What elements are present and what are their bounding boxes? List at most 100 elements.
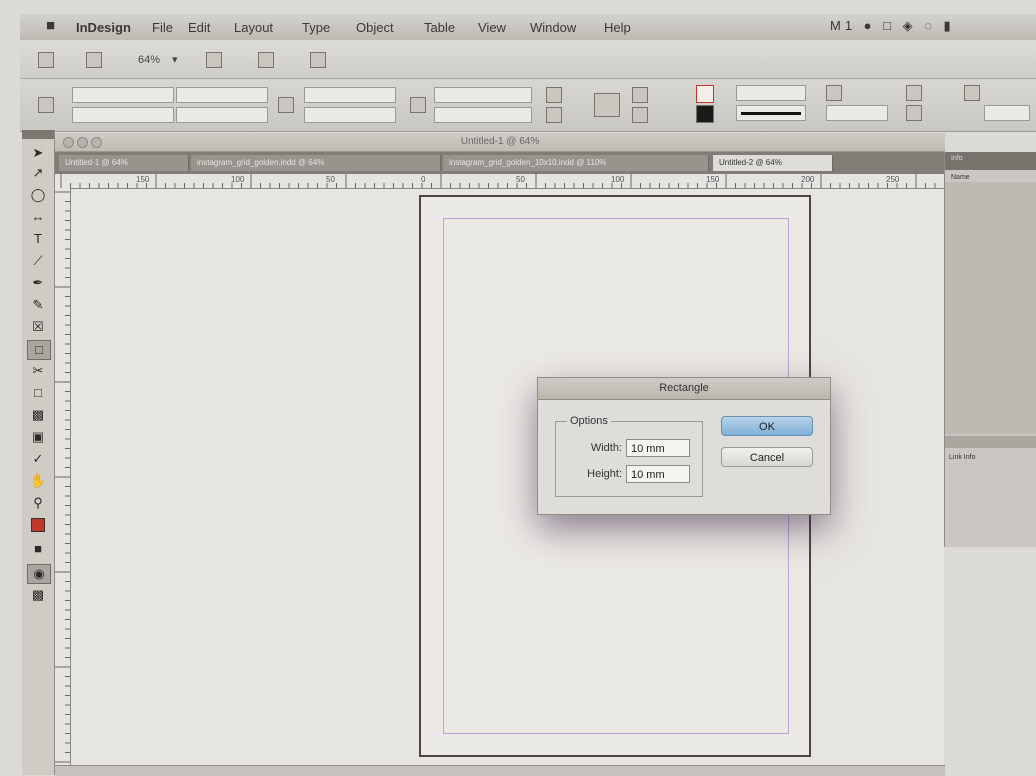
zoom-level[interactable]: 64% [138,54,160,66]
opacity-field[interactable] [826,105,888,121]
selection-tool-icon[interactable]: ➤ [27,144,49,162]
tab-untitled-1[interactable]: Untitled-1 @ 64% [59,155,189,171]
status-menus: M1 ● □ ◈ ◌ ▮ [830,18,955,33]
wrap-icon[interactable] [906,85,922,101]
panel-list-area[interactable] [945,182,1036,434]
height-field[interactable]: 10 mm [626,465,690,483]
options-label: Options [567,415,611,427]
rotate-90-icon[interactable] [546,87,562,103]
type-tool-icon[interactable]: T [27,230,49,248]
menu-view[interactable]: View [478,20,506,35]
panel-header[interactable]: Info [945,152,1036,170]
tab-instagram-grid-golden-10x10[interactable]: instagram_grid_golden_10x10.indd @ 110% [443,155,709,171]
ok-button[interactable]: OK [721,416,813,436]
rotate-icon[interactable] [410,97,426,113]
panel-tab[interactable]: Info [951,155,963,162]
tools-panel: ➤ ↗ ◯ ↔ T ⟋ ✒ ✎ ☒ □ ✂ □ ▩ ▣ ✓ ✋ ⚲ ■ ◉ ▩ [22,130,55,775]
rotation-angle-field[interactable] [434,87,532,103]
apply-color-icon[interactable]: ■ [27,540,49,558]
eyedropper-tool-icon[interactable]: ✓ [27,450,49,468]
pencil-tool-icon[interactable]: ✎ [27,296,49,314]
tab-untitled-2[interactable]: Untitled-2 @ 64% [713,155,833,171]
options-group [555,421,703,497]
panel-options-field[interactable] [984,105,1030,121]
zoom-tool-icon[interactable]: ⚲ [27,494,49,512]
fill-swatch-icon[interactable] [696,85,714,103]
gap-tool-icon[interactable]: ↔ [27,208,49,226]
screen-mode-icon[interactable] [258,52,274,68]
note-tool-icon[interactable]: ▣ [27,428,49,446]
rectangle-frame-tool-icon[interactable]: ☒ [27,318,49,336]
menu-layout[interactable]: Layout [234,20,273,35]
stroke-weight-field[interactable] [736,85,806,101]
height-field[interactable] [176,107,268,123]
menu-table[interactable]: Table [424,20,455,35]
ruler-ticks [60,174,945,188]
cancel-button[interactable]: Cancel [721,447,813,467]
rectangle-dialog: Rectangle Options Width: 10 mm Height: 1… [537,377,831,515]
status-m1-label: M1 [830,18,857,33]
stroke-type-field[interactable] [736,105,806,121]
control-panel [20,79,1036,132]
menu-indesign[interactable]: InDesign [76,20,131,35]
width-field[interactable]: 10 mm [626,439,690,457]
fitting-icon[interactable] [964,85,980,101]
panel-list-item[interactable]: Link Info [949,454,975,461]
tab-instagram-grid-golden[interactable]: instagram_grid_golden.indd @ 64% [191,155,441,171]
rectangle-tool-icon[interactable]: □ [27,340,51,360]
width-field[interactable] [176,87,268,103]
effects-icon[interactable] [826,85,842,101]
document-window-titlebar: Untitled-1 @ 64% [55,133,945,152]
pen-tool-icon[interactable]: ✒ [27,274,49,292]
scissors-tool-icon[interactable]: ✂ [27,362,49,380]
menu-help[interactable]: Help [604,20,631,35]
menu-file[interactable]: File [152,20,173,35]
menu-bar: ■ InDesign File Edit Layout Type Object … [20,14,1036,41]
scale-y-field[interactable] [304,107,396,123]
menu-object[interactable]: Object [356,20,394,35]
select-content-icon[interactable] [632,107,648,123]
menu-type[interactable]: Type [302,20,330,35]
panel-section-bar[interactable] [945,436,1036,448]
stroke-swatch-icon[interactable] [696,105,714,123]
direct-selection-tool-icon[interactable]: ↗ [27,164,49,182]
minibridge-icon[interactable] [86,52,102,68]
reference-point-icon[interactable] [38,97,54,113]
page-tool-icon[interactable]: ◯ [27,186,49,204]
flip-icon[interactable] [546,107,562,123]
horizontal-ruler[interactable]: 150 100 50 0 50 100 150 200 250 [55,174,945,189]
scale-x-field[interactable] [304,87,396,103]
window-title: Untitled-1 @ 64% [460,136,540,147]
x-position-field[interactable] [72,87,174,103]
view-options-icon[interactable] [206,52,222,68]
vertical-ruler[interactable] [55,188,71,775]
shear-angle-field[interactable] [434,107,532,123]
paragraph-icon[interactable] [594,93,620,117]
normal-view-icon[interactable]: ◉ [27,564,51,584]
panel-column-header: Name [951,174,970,181]
application-bar: 64% ▾ [20,40,1036,79]
width-label: Width: [590,442,622,454]
side-panel: Info Name Link Info [944,152,1036,547]
fill-stroke-swatch-icon[interactable] [27,518,49,536]
constrain-proportions-icon[interactable] [278,97,294,113]
bridge-icon[interactable] [38,52,54,68]
tools-panel-header[interactable] [22,130,54,139]
gradient-tool-icon[interactable]: ▩ [27,406,49,424]
height-label: Height: [587,468,622,480]
document-tabs: Untitled-1 @ 64% instagram_grid_golden.i… [55,152,945,174]
zoom-dropdown-icon[interactable]: ▾ [172,53,178,66]
screen-mode-tool-icon[interactable]: ▩ [27,586,49,604]
menu-window[interactable]: Window [530,20,576,35]
stroke-type-line [741,112,801,115]
select-container-icon[interactable] [632,87,648,103]
line-tool-icon[interactable]: ⟋ [27,252,49,270]
y-position-field[interactable] [72,107,174,123]
arrange-documents-icon[interactable] [310,52,326,68]
apple-logo-icon[interactable]: ■ [46,17,55,34]
hand-tool-icon[interactable]: ✋ [27,472,49,490]
align-icon[interactable] [906,105,922,121]
menu-edit[interactable]: Edit [188,20,210,35]
free-transform-tool-icon[interactable]: □ [27,384,49,402]
dialog-title: Rectangle [538,378,830,400]
